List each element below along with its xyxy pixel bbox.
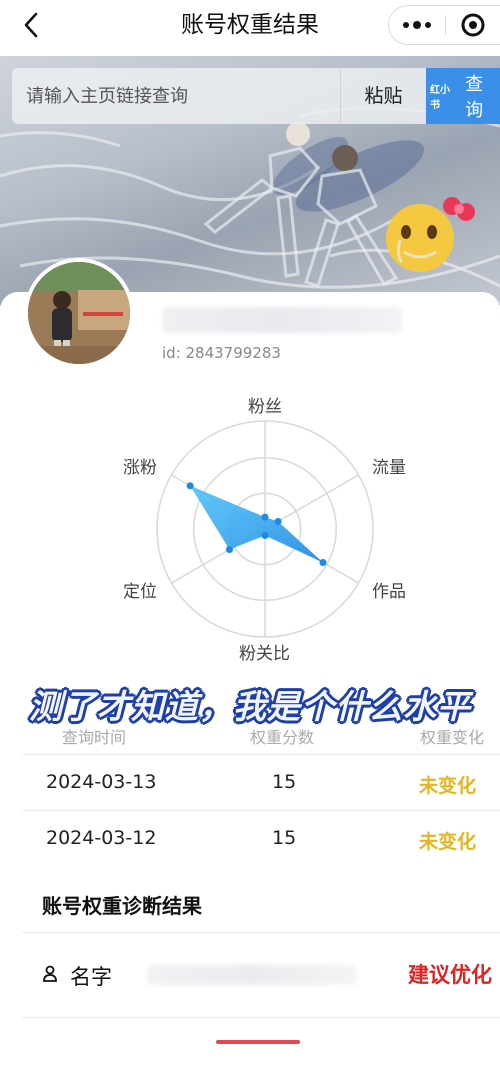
radar-point-fan_ratio (261, 531, 269, 539)
query-button[interactable]: 红小书 查询 (426, 68, 500, 124)
row-date: 2024-03-12 (46, 827, 157, 849)
radar-point-growth (186, 482, 194, 490)
column-header-date: 查询时间 (62, 728, 127, 747)
diagnosis-name-label: 名字 (70, 965, 112, 989)
dot-icon (412, 21, 421, 29)
radar-label-fan-ratio: 粉关比 (239, 644, 290, 664)
app-badge: 红小书 (430, 85, 450, 111)
radar-label-traffic: 流量 (372, 458, 406, 478)
column-header-score: 权重分数 (250, 728, 315, 747)
radar-chart: 粉丝 流量 作品 粉关比 定位 涨粉 (0, 380, 500, 670)
radar-value-area (190, 485, 323, 563)
paste-button[interactable]: 粘贴 (340, 68, 426, 124)
user-id: id: 2843799283 (162, 344, 281, 362)
radar-label-location: 定位 (123, 582, 157, 602)
row-score: 15 (272, 771, 297, 793)
more-button[interactable] (389, 5, 445, 45)
avatar-image (28, 262, 130, 364)
row-score: 15 (272, 827, 297, 849)
column-header-change: 权重变化 (419, 728, 484, 747)
suggestion-badge: 建议优化 (408, 963, 492, 987)
bottom-indicator (216, 1040, 300, 1044)
dot-icon (424, 22, 431, 28)
radar-label-growth: 涨粉 (123, 458, 157, 478)
query-label: 查询 (465, 74, 484, 121)
row-status: 未变化 (418, 831, 476, 853)
table-row: 2024-03-12 15 未变化 (22, 810, 500, 866)
mini-program-capsule (388, 5, 500, 45)
radar-svg (156, 420, 374, 638)
person-icon (43, 965, 57, 982)
avatar (24, 258, 134, 368)
close-button[interactable] (445, 5, 500, 45)
target-close-icon (461, 13, 485, 37)
table-row: 2024-03-13 15 未变化 (22, 754, 500, 810)
row-status: 未变化 (418, 775, 476, 797)
radar-label-fans: 粉丝 (248, 397, 282, 417)
radar-point-traffic (274, 517, 282, 525)
diagnosis-title: 账号权重诊断结果 (42, 894, 202, 918)
navigation-bar: 账号权重结果 (0, 0, 500, 50)
radar-label-works: 作品 (372, 582, 406, 602)
row-date: 2024-03-13 (46, 771, 157, 793)
diagnosis-row-name[interactable]: 名字 建议优化 (22, 932, 500, 1018)
table-header: 查询时间 权重分数 权重变化 (22, 720, 500, 754)
nickname-redacted (162, 307, 402, 333)
search-input[interactable] (12, 68, 340, 124)
radar-point-location (225, 546, 233, 554)
name-value-redacted (147, 965, 357, 985)
radar-point-works (319, 558, 327, 566)
dot-icon (402, 22, 409, 28)
radar-point-fans (261, 513, 269, 521)
search-bar: 粘贴 红小书 查询 (12, 68, 500, 124)
